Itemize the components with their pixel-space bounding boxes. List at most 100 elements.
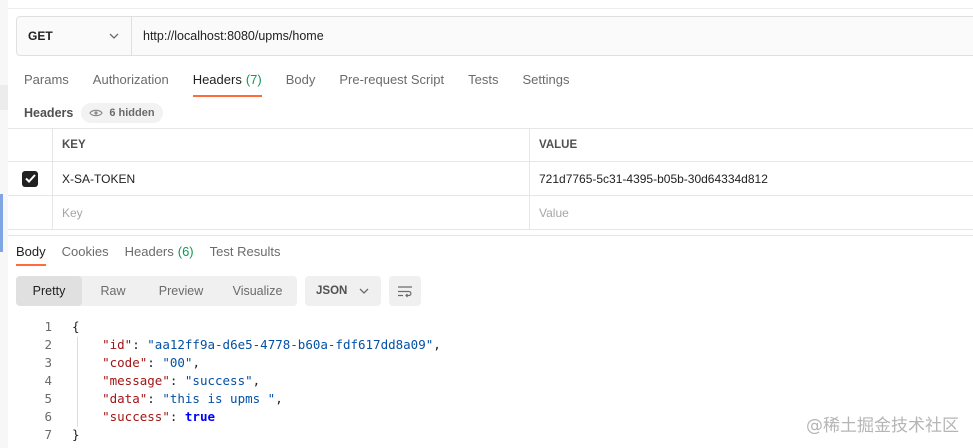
url-input[interactable]: http://localhost:8080/upms/home bbox=[132, 29, 324, 43]
view-mode-pretty[interactable]: Pretty bbox=[16, 276, 82, 306]
json-punctuation: , bbox=[252, 373, 261, 388]
method-select[interactable]: GET bbox=[17, 17, 132, 55]
tab-label: Headers bbox=[124, 244, 174, 259]
json-string: "this is upms " bbox=[162, 391, 276, 406]
format-select[interactable]: JSON bbox=[305, 276, 381, 306]
json-punctuation: } bbox=[72, 427, 80, 442]
tab-body[interactable]: Body bbox=[286, 63, 316, 97]
header-enabled-checkbox[interactable] bbox=[22, 170, 38, 187]
headers-subheader: Headers 6 hidden bbox=[24, 102, 163, 124]
table-row: X-SA-TOKEN 721d7765-5c31-4395-b05b-30d64… bbox=[8, 162, 973, 196]
key-column-header: KEY bbox=[52, 129, 530, 161]
json-punctuation bbox=[72, 337, 102, 352]
tab-label: Test Results bbox=[209, 244, 281, 259]
json-punctuation: , bbox=[192, 355, 200, 370]
tab-label: Tests bbox=[468, 72, 499, 87]
headers-table: KEY VALUE X-SA-TOKEN 721d7765-5c31-4395-… bbox=[8, 128, 973, 230]
json-key: "success" bbox=[102, 409, 170, 424]
tab-label: Body bbox=[285, 72, 316, 87]
view-mode-preview[interactable]: Preview bbox=[144, 276, 218, 306]
json-punctuation bbox=[72, 355, 102, 370]
tab-label: Authorization bbox=[92, 72, 169, 87]
header-key-cell[interactable]: X-SA-TOKEN bbox=[52, 162, 530, 195]
tab-settings[interactable]: Settings bbox=[522, 63, 569, 97]
method-label: GET bbox=[28, 29, 53, 43]
tab-label: Settings bbox=[522, 72, 570, 87]
tab-label: Pre-request Script bbox=[339, 72, 445, 87]
json-punctuation bbox=[72, 409, 102, 424]
tab-authorization[interactable]: Authorization bbox=[93, 63, 169, 97]
json-punctuation bbox=[72, 373, 102, 388]
view-mode-group: Pretty Raw Preview Visualize bbox=[16, 276, 297, 306]
line-number: 5 bbox=[44, 391, 52, 406]
response-tab-cookies[interactable]: Cookies bbox=[62, 238, 109, 266]
response-tab-body[interactable]: Body bbox=[16, 238, 46, 266]
line-number: 3 bbox=[44, 355, 52, 370]
line-number: 7 bbox=[44, 427, 52, 442]
json-string: "success" bbox=[184, 373, 253, 388]
hidden-headers-toggle[interactable]: 6 hidden bbox=[81, 103, 163, 123]
value-placeholder-input[interactable]: Value bbox=[530, 196, 569, 229]
json-punctuation: : bbox=[147, 391, 163, 406]
response-divider bbox=[8, 235, 973, 236]
json-string: "00" bbox=[162, 355, 193, 370]
header-value-cell[interactable]: 721d7765-5c31-4395-b05b-30d64334d812 bbox=[530, 162, 768, 195]
json-punctuation: { bbox=[72, 319, 80, 334]
line-number: 1 bbox=[44, 319, 52, 334]
code-text: "success": true bbox=[72, 408, 215, 426]
tab-label: Cookies bbox=[61, 244, 109, 259]
checkmark-icon bbox=[24, 174, 36, 183]
json-punctuation: , bbox=[433, 337, 441, 352]
value-column-header: VALUE bbox=[539, 139, 578, 151]
code-text: { bbox=[72, 318, 80, 336]
wrap-lines-button[interactable] bbox=[389, 276, 421, 306]
json-punctuation: : bbox=[169, 373, 185, 388]
code-text: "id": "aa12ff9a-d6e5-4778-b60a-fdf617dd8… bbox=[72, 336, 441, 354]
json-boolean: true bbox=[184, 409, 216, 424]
line-number: 6 bbox=[44, 409, 52, 424]
line-number: 2 bbox=[44, 337, 52, 352]
json-punctuation: : bbox=[132, 337, 148, 352]
check-column-header bbox=[8, 129, 53, 161]
view-mode-visualize[interactable]: Visualize bbox=[218, 276, 297, 306]
tab-params[interactable]: Params bbox=[24, 63, 69, 97]
json-key: "id" bbox=[102, 337, 133, 352]
headers-section-label: Headers bbox=[24, 106, 74, 120]
tab-label: Params bbox=[24, 72, 69, 87]
line-number: 4 bbox=[44, 373, 52, 388]
json-punctuation: , bbox=[275, 391, 283, 406]
tab-headers[interactable]: Headers (7) bbox=[192, 63, 262, 97]
table-row-empty: Key Value bbox=[8, 196, 973, 230]
watermark-text: @稀土掘金技术社区 bbox=[806, 416, 959, 436]
json-key: "message" bbox=[102, 373, 170, 388]
table-header-row: KEY VALUE bbox=[8, 128, 973, 162]
tab-pre-request-script[interactable]: Pre-request Script bbox=[339, 63, 444, 97]
tab-label: Headers bbox=[192, 72, 242, 87]
response-tab-headers[interactable]: Headers (6) bbox=[125, 238, 194, 266]
json-key: "data" bbox=[102, 391, 148, 406]
tab-tests[interactable]: Tests bbox=[468, 63, 498, 97]
tab-label: Body bbox=[16, 244, 46, 259]
key-placeholder-input[interactable]: Key bbox=[52, 196, 530, 229]
chevron-down-icon bbox=[359, 288, 369, 294]
view-mode-raw[interactable]: Raw bbox=[82, 276, 144, 306]
response-tabs: Body Cookies Headers (6) Test Results bbox=[16, 238, 296, 266]
code-text: "data": "this is upms ", bbox=[72, 390, 283, 408]
code-text: } bbox=[72, 426, 80, 444]
json-punctuation: : bbox=[169, 409, 185, 424]
response-tab-test-results[interactable]: Test Results bbox=[210, 238, 281, 266]
json-string: "aa12ff9a-d6e5-4778-b60a-fdf617dd8a09" bbox=[147, 337, 434, 352]
chevron-down-icon bbox=[109, 33, 119, 39]
request-tabs: Params Authorization Headers (7) Body Pre-req… bbox=[24, 63, 593, 97]
eye-icon bbox=[89, 109, 104, 117]
tab-count: (7) bbox=[245, 72, 262, 87]
hidden-count-label: 6 hidden bbox=[109, 107, 155, 119]
json-key: "code" bbox=[102, 355, 148, 370]
json-punctuation bbox=[72, 391, 102, 406]
code-text: "message": "success", bbox=[72, 372, 260, 390]
tab-count: (6) bbox=[177, 244, 194, 259]
top-border bbox=[0, 0, 973, 9]
wrap-lines-icon bbox=[398, 285, 412, 297]
request-url-bar: GET http://localhost:8080/upms/home bbox=[16, 16, 973, 56]
format-label: JSON bbox=[316, 285, 348, 297]
